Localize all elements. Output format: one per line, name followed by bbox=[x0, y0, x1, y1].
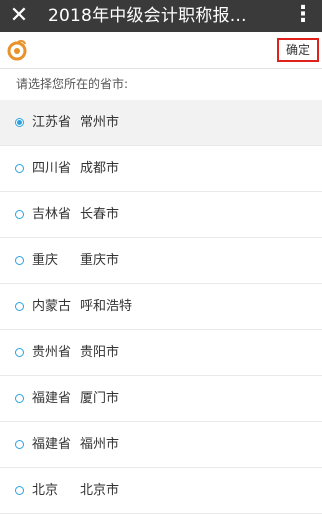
location-row[interactable]: 福建省 福州市 bbox=[0, 422, 322, 468]
radio-button[interactable] bbox=[15, 348, 24, 357]
app-logo-icon bbox=[7, 39, 27, 61]
province-label: 福建省 bbox=[32, 391, 72, 406]
city-label: 长春市 bbox=[80, 207, 120, 222]
city-label: 北京市 bbox=[80, 483, 120, 498]
city-label: 贵阳市 bbox=[80, 345, 120, 360]
radio-button[interactable] bbox=[15, 118, 24, 127]
more-vertical-icon[interactable]: ⋮ bbox=[292, 3, 314, 29]
location-row[interactable]: 福建省 厦门市 bbox=[0, 376, 322, 422]
radio-button[interactable] bbox=[15, 164, 24, 173]
title-bar: ✕ 2018年中级会计职称报… ⋮ bbox=[0, 0, 322, 32]
radio-button[interactable] bbox=[15, 486, 24, 495]
location-row[interactable]: 内蒙古 呼和浩特 bbox=[0, 284, 322, 330]
location-row[interactable]: 江苏省 常州市 bbox=[0, 100, 322, 146]
location-row[interactable]: 贵州省 贵阳市 bbox=[0, 330, 322, 376]
toolbar: 确定 bbox=[0, 32, 322, 69]
radio-button[interactable] bbox=[15, 256, 24, 265]
province-label: 北京 bbox=[32, 483, 59, 498]
radio-button[interactable] bbox=[15, 302, 24, 311]
select-prompt: 请选择您所在的省市: bbox=[16, 77, 129, 91]
radio-button[interactable] bbox=[15, 210, 24, 219]
city-label: 成都市 bbox=[80, 161, 120, 176]
location-row[interactable]: 重庆 重庆市 bbox=[0, 238, 322, 284]
page-title: 2018年中级会计职称报… bbox=[48, 6, 247, 26]
province-label: 福建省 bbox=[32, 437, 72, 452]
city-label: 重庆市 bbox=[80, 253, 120, 268]
city-label: 呼和浩特 bbox=[80, 299, 133, 314]
location-list: 江苏省 常州市 四川省 成都市 吉林省 长春市 重庆 重庆市 内蒙古 呼和浩特 … bbox=[0, 100, 322, 514]
confirm-button[interactable]: 确定 bbox=[277, 38, 319, 62]
province-label: 吉林省 bbox=[32, 207, 72, 222]
province-label: 四川省 bbox=[32, 161, 72, 176]
city-label: 厦门市 bbox=[80, 391, 120, 406]
city-label: 福州市 bbox=[80, 437, 120, 452]
province-label: 内蒙古 bbox=[32, 299, 72, 314]
province-label: 重庆 bbox=[32, 253, 59, 268]
location-row[interactable]: 四川省 成都市 bbox=[0, 146, 322, 192]
close-icon[interactable]: ✕ bbox=[6, 3, 32, 29]
radio-button[interactable] bbox=[15, 440, 24, 449]
radio-button[interactable] bbox=[15, 394, 24, 403]
location-row[interactable]: 吉林省 长春市 bbox=[0, 192, 322, 238]
province-label: 江苏省 bbox=[32, 115, 72, 130]
city-label: 常州市 bbox=[80, 115, 120, 130]
province-label: 贵州省 bbox=[32, 345, 72, 360]
location-row[interactable]: 北京 北京市 bbox=[0, 468, 322, 514]
